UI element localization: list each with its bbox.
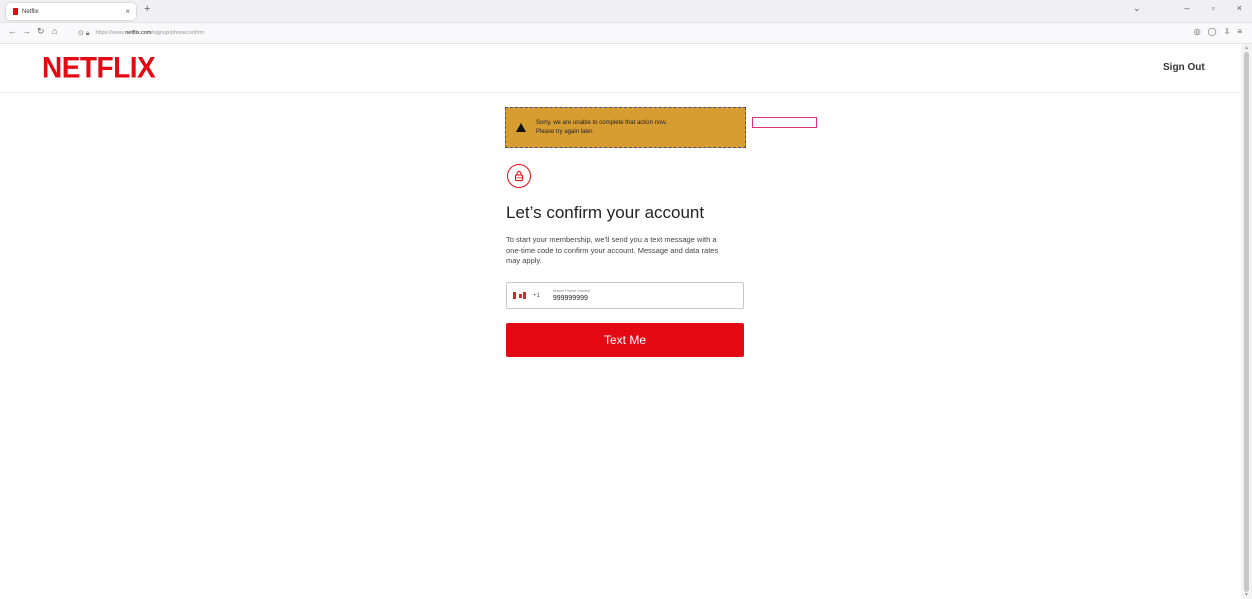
- url-domain: netflix.com: [125, 30, 152, 36]
- new-tab-button[interactable]: +: [144, 3, 150, 15]
- back-arrow-icon[interactable]: ←: [8, 26, 17, 36]
- tab-title: Netflix: [22, 8, 39, 15]
- toolbar-right: ◎ ◯ ⇩ ≡: [1194, 27, 1242, 36]
- alert-message: Sorry, we are unable to complete that ac…: [536, 119, 736, 137]
- scrollbar[interactable]: ▲ ▼: [1241, 44, 1252, 599]
- netflix-favicon-icon: [13, 8, 18, 15]
- scroll-up-icon[interactable]: ▲: [1244, 45, 1249, 51]
- home-icon[interactable]: ⌂: [52, 26, 57, 36]
- netflix-logo[interactable]: NETFLIX: [42, 51, 156, 85]
- text-me-button[interactable]: Text Me: [506, 323, 744, 357]
- phone-input-wrapper[interactable]: Mobile Phone Number 999999999: [553, 289, 591, 302]
- scroll-down-icon[interactable]: ▼: [1244, 592, 1249, 598]
- maximize-icon[interactable]: ▫: [1212, 3, 1215, 14]
- description-text: To start your membership, we’ll send you…: [506, 235, 719, 265]
- reload-icon[interactable]: ↻: [37, 26, 45, 37]
- phone-label: Mobile Phone Number: [552, 289, 591, 293]
- close-window-icon[interactable]: ×: [1237, 3, 1242, 14]
- account-icon[interactable]: ◯: [1208, 27, 1217, 36]
- canada-flag-icon[interactable]: [513, 292, 526, 299]
- phone-input[interactable]: 999999999: [553, 295, 591, 302]
- sign-out-link[interactable]: Sign Out: [1163, 62, 1205, 73]
- phone-number-field[interactable]: +1 Mobile Phone Number 999999999: [506, 282, 744, 309]
- url-path: /signup/phoneconfirm: [151, 30, 205, 36]
- tab-close-button[interactable]: ×: [125, 7, 130, 16]
- highlight-box: [752, 117, 817, 128]
- warning-icon: [516, 123, 526, 132]
- alert-message-line1: Sorry, we are unable to complete that ac…: [536, 119, 667, 126]
- extensions-icon[interactable]: ◎: [1194, 27, 1201, 36]
- browser-tab-bar: Netflix × + ⌄ – ▫ ×: [0, 0, 1252, 23]
- country-code[interactable]: +1: [533, 293, 540, 299]
- chevron-down-icon[interactable]: ⌄: [1133, 3, 1141, 14]
- url-prefix: https://www.: [95, 30, 126, 36]
- alert-message-line2: Please try again later.: [536, 128, 594, 135]
- forward-arrow-icon[interactable]: →: [22, 26, 31, 36]
- scrollbar-thumb[interactable]: [1244, 52, 1249, 592]
- shield-lock-icon: ⊙ 🔒︎: [78, 29, 90, 37]
- site-header: NETFLIX Sign Out: [0, 44, 1240, 93]
- downloads-icon[interactable]: ⇩: [1224, 27, 1231, 36]
- window-controls: ⌄ – ▫ ×: [1133, 3, 1242, 14]
- lock-icon: [507, 164, 531, 188]
- minimize-icon[interactable]: –: [1185, 3, 1190, 14]
- address-bar[interactable]: ⊙ 🔒︎ https://www. netflix.com /signup/ph…: [78, 27, 1158, 39]
- page-title: Let’s confirm your account: [506, 203, 705, 222]
- error-alert: Sorry, we are unable to complete that ac…: [505, 107, 746, 148]
- menu-icon[interactable]: ≡: [1237, 27, 1242, 36]
- browser-nav-bar: ← → ↻ ⌂ ⊙ 🔒︎ https://www. netflix.com /s…: [0, 23, 1252, 44]
- browser-tab[interactable]: Netflix ×: [6, 3, 136, 20]
